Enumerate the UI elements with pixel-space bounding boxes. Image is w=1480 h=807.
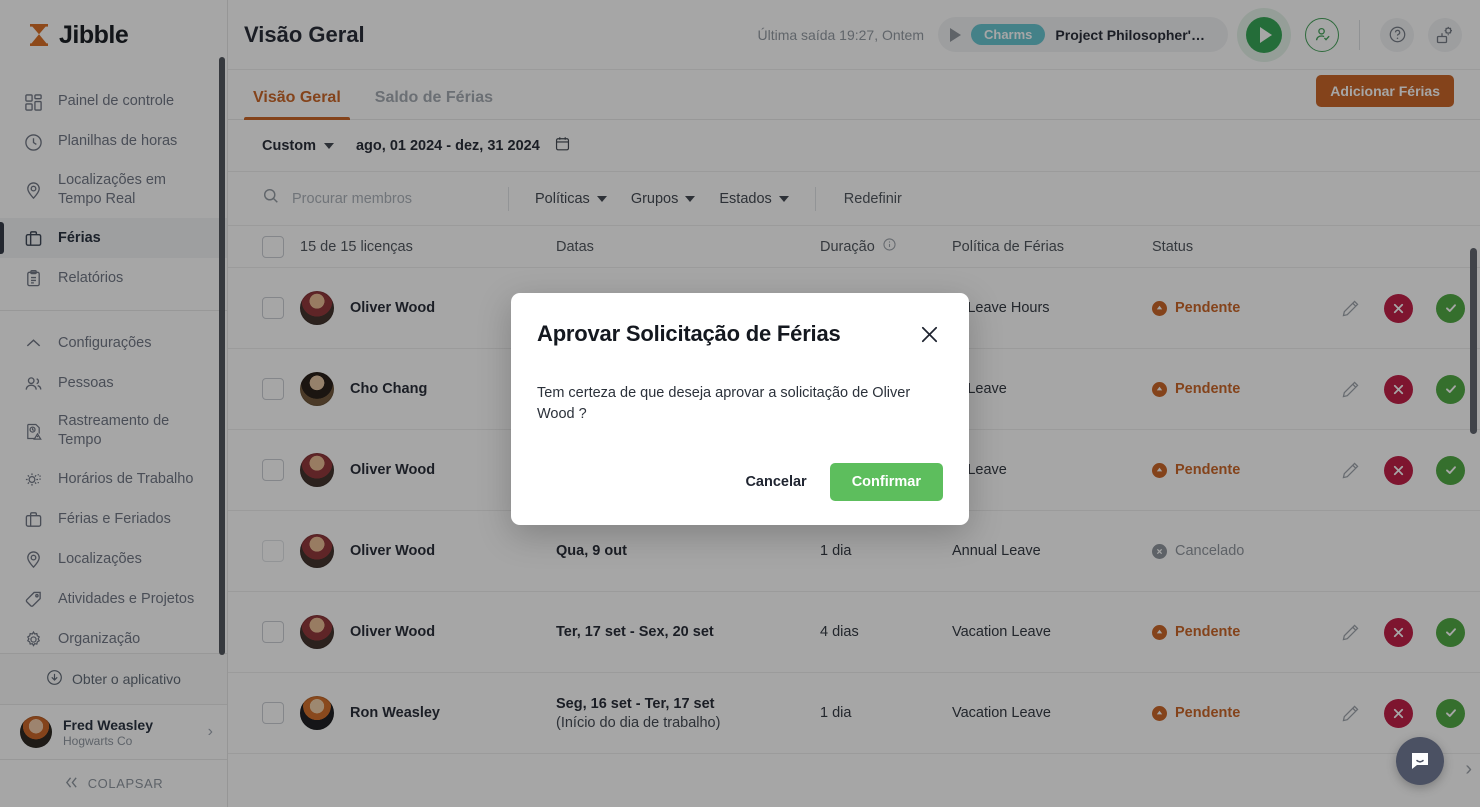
confirm-button[interactable]: Confirmar [830,463,943,501]
chat-bubble-icon[interactable] [1396,737,1444,785]
app-root: Jibble Painel de controle Planilh [0,0,1480,807]
approve-leave-modal: Aprovar Solicitação de Férias Tem certez… [511,293,969,525]
modal-footer: Cancelar Confirmar [537,463,943,501]
close-icon[interactable] [916,321,943,353]
modal-header: Aprovar Solicitação de Férias [537,321,943,353]
cancel-button[interactable]: Cancelar [741,465,810,499]
modal-message: Tem certeza de que deseja aprovar a soli… [537,383,943,425]
modal-title: Aprovar Solicitação de Férias [537,321,841,347]
